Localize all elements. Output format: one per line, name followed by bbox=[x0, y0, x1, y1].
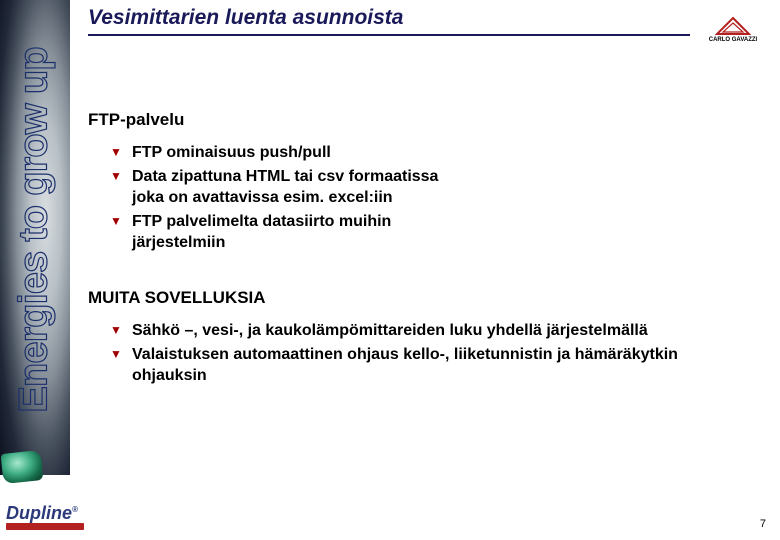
brand-triangle-icon bbox=[715, 16, 751, 36]
bullet-down-icon: ▼ bbox=[110, 168, 122, 184]
brand-name: CARLO GAVAZZI bbox=[709, 37, 757, 43]
bullet-down-icon: ▼ bbox=[110, 144, 122, 160]
sidebar-tagline: Energies to grow up bbox=[12, 47, 57, 412]
decorative-jewel bbox=[1, 450, 44, 484]
section1-list: ▼ FTP ominaisuus push/pull ▼ Data zipattun… bbox=[110, 142, 750, 254]
list-item: ▼ FTP ominaisuus push/pull bbox=[110, 142, 440, 164]
footer-logo: Dupline® bbox=[6, 504, 84, 530]
bullet-down-icon: ▼ bbox=[110, 346, 122, 362]
bullet-down-icon: ▼ bbox=[110, 213, 122, 229]
list-item: ▼ FTP palvelimelta datasiirto muihin järj… bbox=[110, 211, 440, 254]
footer-logo-bar bbox=[6, 523, 84, 530]
footer-logo-text: Dupline® bbox=[6, 504, 84, 522]
main-content: FTP-palvelu ▼ FTP ominaisuus push/pull ▼ D… bbox=[88, 110, 750, 421]
page-title: Vesimittarien luenta asunnoista bbox=[88, 6, 690, 36]
brand-logo: CARLO GAVAZZI bbox=[698, 12, 768, 46]
slide-header: Vesimittarien luenta asunnoista bbox=[88, 6, 690, 36]
list-item-text: FTP ominaisuus push/pull bbox=[132, 144, 331, 161]
section1-heading: FTP-palvelu bbox=[88, 110, 750, 130]
list-item: ▼ Data zipattuna HTML tai csv formaatissa… bbox=[110, 166, 440, 209]
section2-heading: MUITA SOVELLUKSIA bbox=[88, 288, 750, 308]
list-item-text: Sähkö –, vesi-, ja kaukolämpömittareiden… bbox=[132, 322, 648, 339]
page-number: 7 bbox=[760, 518, 766, 530]
list-item: ▼ Sähkö –, vesi-, ja kaukolämpömittareide… bbox=[110, 320, 730, 342]
list-item-text: Data zipattuna HTML tai csv formaatissa … bbox=[132, 168, 438, 207]
section2-list: ▼ Sähkö –, vesi-, ja kaukolämpömittareide… bbox=[110, 320, 750, 387]
sidebar-banner: Energies to grow up bbox=[0, 0, 70, 475]
list-item-text: Valaistuksen automaattinen ohjaus kello-… bbox=[132, 346, 678, 385]
list-item: ▼ Valaistuksen automaattinen ohjaus kello… bbox=[110, 344, 730, 387]
bullet-down-icon: ▼ bbox=[110, 322, 122, 338]
list-item-text: FTP palvelimelta datasiirto muihin järje… bbox=[132, 213, 391, 252]
